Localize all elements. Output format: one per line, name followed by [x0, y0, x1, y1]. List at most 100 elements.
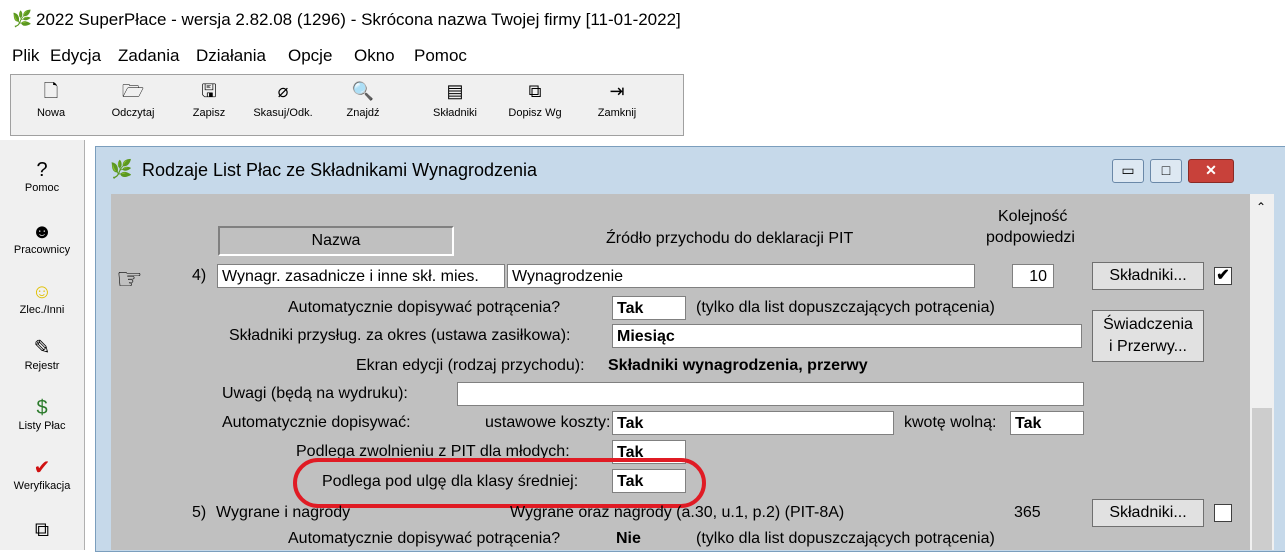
menu-item-zadania[interactable]: Zadania [118, 46, 179, 66]
sidebar: ? Pomoc ☻ Pracownicy ☺ Zlec./Inni ✎ Reje… [0, 140, 85, 550]
child-window-title: Rodzaje List Płac ze Składnikami Wynagro… [142, 160, 538, 180]
row-pointer-icon: ☞ [116, 263, 143, 296]
auto-deductions-note: (tylko dla list dopuszczających potrącen… [696, 299, 995, 316]
period-field[interactable]: Miesiąc [612, 324, 1082, 348]
edit-screen-label: Ekran edycji (rodzaj przychodu): [356, 357, 585, 374]
minimize-button[interactable]: ▭ [1112, 159, 1144, 183]
append-by-button[interactable]: ⧉ Dopisz Wg [503, 75, 567, 133]
row5-name[interactable]: Wygrane i nagrody [216, 504, 350, 522]
benefits-button-line2: i Przerwy... [1109, 338, 1187, 355]
row5-auto-deductions-note: (tylko dla list dopuszczających potrącen… [696, 530, 995, 547]
components-row4-button[interactable]: Składniki... [1092, 262, 1204, 290]
name-field[interactable]: Wynagr. zasadnicze i inne skł. mies. [217, 264, 505, 288]
save-icon: 🖫 [201, 81, 217, 101]
row-number-5: 5) [192, 504, 207, 521]
sidebar-item-zlec-inni[interactable]: ☺ Zlec./Inni [0, 280, 84, 316]
active-checkbox-row4[interactable]: ✔ [1214, 267, 1232, 285]
menu-item-pomoc[interactable]: Pomoc [414, 46, 467, 66]
sidebar-item-label: Rejestr [24, 360, 60, 372]
smiley-icon: ☺ [31, 281, 53, 303]
open-folder-icon: 🗁 [121, 81, 145, 101]
child-window-title-bar: 🌿 Rodzaje List Płac ze Składnikami Wynag… [96, 147, 1285, 191]
menu-item-plik[interactable]: Plik [12, 46, 39, 66]
auto-deductions-field[interactable]: Tak [612, 296, 686, 320]
components-icon: ▤ [446, 81, 464, 101]
benefits-breaks-button[interactable]: Świadczenia i Przerwy... [1092, 310, 1204, 362]
free-amount-field[interactable]: Tak [1010, 411, 1084, 435]
row5-auto-deductions-label: Automatycznie dopisywać potrącenia? [288, 530, 561, 547]
auto-deductions-label: Automatycznie dopisywać potrącenia? [288, 299, 561, 316]
source-field[interactable]: Wynagrodzenie [507, 264, 975, 288]
app-title: 2022 SuperPłace - wersja 2.82.08 (1296) … [36, 10, 681, 29]
row5-order[interactable]: 365 [1014, 504, 1041, 522]
check-icon: ✔ [33, 457, 51, 479]
column-header-order-line1: Kolejność [998, 208, 1068, 225]
find-icon: 🔍 [351, 81, 375, 101]
sidebar-item-label: Listy Płac [18, 420, 66, 432]
delete-restore-label: Skasuj/Odk. [253, 107, 313, 119]
components-button-label: Składniki [432, 107, 478, 119]
new-doc-icon: 🗋 [43, 81, 59, 101]
auto-add-label: Automatycznie dopisywać: [222, 414, 411, 431]
find-button-label: Znajdź [346, 107, 380, 119]
close-app-label: Zamknij [597, 107, 637, 119]
row-number: 4) [192, 267, 207, 284]
close-app-button[interactable]: ⇥ Zamknij [585, 75, 649, 133]
highlight-oval [293, 458, 706, 508]
benefits-button-line1: Świadczenia [1103, 316, 1193, 333]
scrollbar-thumb[interactable] [1252, 408, 1272, 550]
sidebar-item-pracownicy[interactable]: ☻ Pracownicy [0, 220, 84, 256]
column-header-order-line2: podpowiedzi [986, 229, 1075, 246]
find-button[interactable]: 🔍 Znajdź [331, 75, 395, 133]
vertical-scrollbar[interactable]: ⌃ [1250, 194, 1274, 550]
copy-icon: ⧉ [528, 81, 542, 101]
sidebar-item-label: Weryfikacja [13, 480, 71, 492]
statutory-costs-label: ustawowe koszty: [485, 414, 611, 431]
menu-item-edycja[interactable]: Edycja [50, 46, 101, 66]
menu-bar: Plik Edycja Zadania Działania Opcje Okno… [0, 46, 1285, 72]
menu-item-okno[interactable]: Okno [354, 46, 395, 66]
close-button[interactable]: ✕ [1188, 159, 1234, 183]
components-row5-button[interactable]: Składniki... [1092, 499, 1204, 527]
active-checkbox-row5[interactable] [1214, 504, 1232, 522]
open-button[interactable]: 🗁 Odczytaj [101, 75, 165, 133]
employees-icon: ☻ [31, 221, 53, 243]
sidebar-item-label: Pomoc [24, 182, 60, 194]
notes-field[interactable] [457, 382, 1084, 406]
app-title-bar: 🌿 2022 SuperPłace - wersja 2.82.08 (1296… [0, 0, 1285, 38]
sidebar-item-label: Zlec./Inni [19, 304, 65, 316]
order-field[interactable]: 10 [1012, 264, 1054, 288]
app-logo-icon: 🌿 [12, 11, 32, 28]
row5-source[interactable]: Wygrane oraz nagrody (a.30, u.1, p.2) (P… [510, 504, 844, 522]
save-button[interactable]: 🖫 Zapisz [177, 75, 241, 133]
edit-screen-value: Składniki wynagrodzenia, przerwy [608, 357, 868, 374]
sidebar-item-listy-plac[interactable]: $ Listy Płac [0, 396, 84, 432]
sidebar-item-copy[interactable]: ⧉ [0, 518, 84, 542]
exit-icon: ⇥ [609, 81, 625, 101]
toolbar: 🗋 Nowa 🗁 Odczytaj 🖫 Zapisz ⌀ Skasuj/Odk.… [10, 74, 684, 136]
save-button-label: Zapisz [192, 107, 226, 119]
menu-item-dzialania[interactable]: Działania [196, 46, 266, 66]
sidebar-item-pomoc[interactable]: ? Pomoc [0, 158, 84, 194]
new-button[interactable]: 🗋 Nowa [19, 75, 83, 133]
statutory-costs-field[interactable]: Tak [612, 411, 894, 435]
maximize-button[interactable]: □ [1150, 159, 1182, 183]
append-by-label: Dopisz Wg [508, 107, 562, 119]
window-logo-icon: 🌿 [110, 159, 133, 179]
help-icon: ? [36, 159, 48, 181]
menu-item-opcje[interactable]: Opcje [288, 46, 332, 66]
row5-auto-deductions-value[interactable]: Nie [616, 530, 641, 548]
scroll-up-icon[interactable]: ⌃ [1256, 200, 1266, 214]
components-button[interactable]: ▤ Składniki [423, 75, 487, 133]
notes-label: Uwagi (będą na wydruku): [222, 385, 408, 402]
column-header-source: Źródło przychodu do deklaracji PIT [606, 230, 854, 247]
payroll-icon: $ [36, 397, 48, 419]
sidebar-item-weryfikacja[interactable]: ✔ Weryfikacja [0, 456, 84, 492]
register-icon: ✎ [33, 337, 51, 359]
delete-restore-button[interactable]: ⌀ Skasuj/Odk. [251, 75, 315, 133]
column-header-name[interactable]: Nazwa [218, 226, 454, 256]
eraser-icon: ⌀ [277, 81, 289, 101]
open-button-label: Odczytaj [111, 107, 155, 119]
sidebar-item-rejestr[interactable]: ✎ Rejestr [0, 336, 84, 372]
free-amount-label: kwotę wolną: [904, 414, 997, 431]
